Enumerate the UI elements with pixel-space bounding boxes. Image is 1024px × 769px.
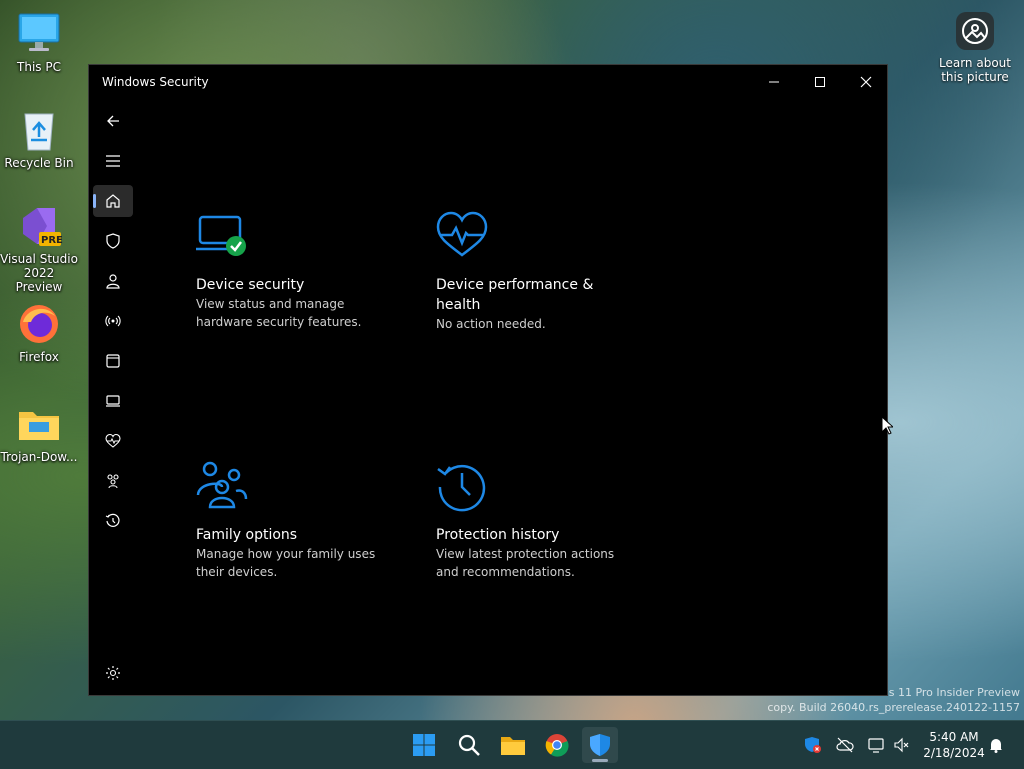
taskbar-clock[interactable]: 5:40 AM 2/18/2024	[916, 729, 992, 761]
desktop-icon-visual-studio[interactable]: PRE Visual Studio 2022 Preview	[0, 204, 78, 294]
wireless-signal-icon	[105, 315, 121, 327]
chrome-button[interactable]	[539, 727, 575, 763]
bell-icon	[990, 739, 1002, 753]
firefox-icon	[17, 302, 61, 346]
learn-about-picture[interactable]: Learn about this picture	[936, 12, 1014, 84]
clock-time: 5:40 AM	[929, 730, 979, 744]
desktop-icon-trojan-folder[interactable]: Trojan-Dow...	[0, 402, 78, 464]
tile-description: Manage how your family uses their device…	[196, 547, 376, 579]
nav-device-performance[interactable]	[93, 425, 133, 457]
mouse-cursor-icon	[881, 416, 893, 435]
tile-device-security[interactable]: Device security View status and manage h…	[196, 211, 396, 331]
tile-description: View latest protection actions and recom…	[436, 547, 615, 579]
history-clock-icon	[105, 513, 120, 527]
app-window-icon	[106, 354, 120, 368]
search-icon	[458, 734, 480, 756]
nav-virus-protection[interactable]	[93, 225, 133, 257]
family-icon	[196, 461, 252, 517]
desktop-icon-label: Firefox	[19, 350, 59, 364]
desktop-icon-label: Trojan-Dow...	[0, 450, 78, 464]
shield-alert-icon	[805, 737, 821, 753]
file-explorer-button[interactable]	[495, 727, 531, 763]
maximize-icon	[815, 77, 825, 87]
visual-studio-icon: PRE	[17, 204, 63, 248]
preview-badge: PRE	[41, 235, 63, 246]
arrow-left-icon	[107, 115, 119, 127]
heart-pulse-icon	[105, 433, 121, 448]
start-button[interactable]	[406, 727, 442, 763]
camera-icon	[956, 12, 994, 50]
laptop-check-icon	[196, 211, 252, 267]
recycle-bin-icon	[17, 108, 61, 152]
windows-logo-icon	[413, 734, 435, 756]
taskbar: 5:40 AM 2/18/2024	[0, 720, 1024, 769]
desktop-icon-label: This PC	[17, 60, 61, 74]
nav-home[interactable]	[93, 185, 133, 217]
maximize-button[interactable]	[797, 65, 843, 99]
watermark-line: copy. Build 26040.rs_prerelease.240122-1…	[767, 701, 1020, 714]
monitor-icon	[17, 12, 61, 56]
chrome-icon	[545, 734, 569, 757]
gear-icon	[106, 666, 120, 680]
hamburger-icon	[106, 155, 120, 167]
person-icon	[106, 274, 120, 289]
tile-title: Device security	[196, 277, 305, 293]
menu-button[interactable]	[93, 145, 133, 177]
title-bar[interactable]: Windows Security	[89, 65, 887, 99]
desktop-icon-label: Recycle Bin	[4, 156, 74, 170]
clock-date: 2/18/2024	[923, 746, 985, 760]
laptop-icon	[106, 395, 120, 407]
tile-description: View status and manage hardware security…	[196, 297, 362, 329]
minimize-button[interactable]	[751, 65, 797, 99]
tray-onedrive-icon[interactable]	[835, 735, 855, 755]
desktop-icon-this-pc[interactable]: This PC	[0, 12, 78, 74]
nav-app-browser-control[interactable]	[93, 345, 133, 377]
tray-security-icon[interactable]	[803, 735, 823, 755]
notification-button[interactable]	[986, 735, 1006, 755]
nav-firewall-network[interactable]	[93, 305, 133, 337]
tray-volume-icon[interactable]	[892, 735, 912, 755]
nav-device-security[interactable]	[93, 385, 133, 417]
tray-network-icon[interactable]	[866, 735, 886, 755]
tile-family-options[interactable]: Family options Manage how your family us…	[196, 461, 396, 581]
tile-title: Family options	[196, 527, 298, 543]
navigation-rail	[89, 99, 137, 695]
folder-icon	[501, 737, 525, 755]
shield-icon	[590, 734, 610, 756]
close-button[interactable]	[843, 65, 889, 99]
windows-security-taskbar-button[interactable]	[582, 727, 618, 763]
cloud-off-icon	[836, 737, 854, 753]
heart-pulse-icon	[436, 211, 492, 267]
desktop-icon-label: Visual Studio 2022 Preview	[0, 252, 78, 294]
close-icon	[860, 76, 872, 88]
tile-device-performance[interactable]: Device performance & health No action ne…	[436, 211, 636, 333]
tile-title: Protection history	[436, 527, 560, 543]
speaker-muted-icon	[894, 737, 909, 753]
nav-account-protection[interactable]	[93, 265, 133, 297]
family-icon	[107, 474, 119, 489]
learn-about-picture-label: Learn about this picture	[939, 56, 1011, 84]
windows-security-window: Windows Security Device security View st…	[88, 64, 888, 696]
window-title: Windows Security	[102, 75, 209, 89]
history-clock-icon	[436, 461, 492, 517]
home-icon	[106, 194, 120, 208]
network-monitor-icon	[868, 738, 884, 753]
shield-icon	[106, 233, 120, 249]
back-button[interactable]	[93, 105, 133, 137]
nav-family-options[interactable]	[93, 465, 133, 497]
minimize-icon	[769, 81, 779, 83]
tile-description: No action needed.	[436, 317, 546, 331]
tile-protection-history[interactable]: Protection history View latest protectio…	[436, 461, 636, 581]
folder-icon	[17, 402, 61, 446]
desktop-icon-firefox[interactable]: Firefox	[0, 302, 78, 364]
nav-protection-history[interactable]	[93, 505, 133, 537]
tile-title: Device performance & health	[436, 277, 594, 313]
desktop-icon-recycle-bin[interactable]: Recycle Bin	[0, 108, 78, 170]
search-button[interactable]	[451, 727, 487, 763]
nav-settings[interactable]	[93, 657, 133, 689]
